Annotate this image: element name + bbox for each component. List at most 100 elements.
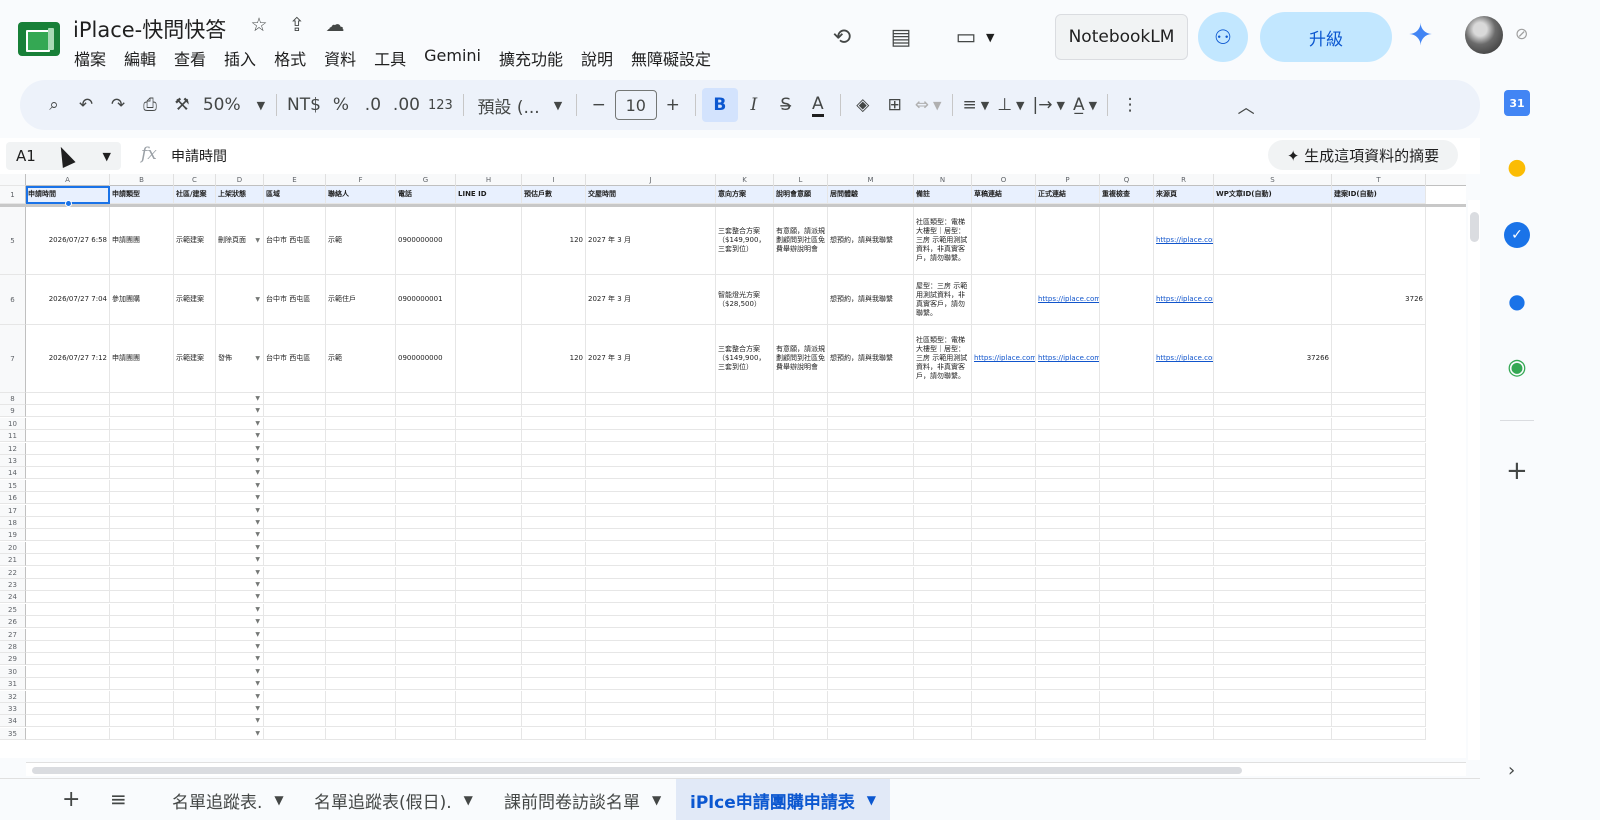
column-header[interactable]: I: [522, 174, 586, 186]
cell[interactable]: [326, 728, 396, 740]
cell[interactable]: [1332, 418, 1426, 430]
cell[interactable]: [26, 542, 110, 554]
cell[interactable]: [264, 703, 326, 715]
cell[interactable]: [396, 703, 456, 715]
cell[interactable]: [828, 480, 914, 492]
cell[interactable]: [396, 678, 456, 690]
cell[interactable]: [828, 542, 914, 554]
font-size-input[interactable]: 10: [614, 90, 657, 120]
menu-item[interactable]: 說明: [581, 46, 622, 70]
menu-item[interactable]: 資料: [324, 46, 365, 70]
cell[interactable]: [972, 467, 1036, 479]
cell[interactable]: [456, 405, 522, 417]
cell[interactable]: [914, 691, 972, 703]
cell[interactable]: [326, 517, 396, 529]
cell[interactable]: ▼: [216, 653, 264, 665]
cell[interactable]: ▼: [216, 430, 264, 442]
cell[interactable]: [1100, 629, 1154, 641]
scrollbar-thumb[interactable]: [32, 767, 1242, 774]
cell[interactable]: [1332, 467, 1426, 479]
maps-icon[interactable]: ◉: [1504, 354, 1530, 380]
chevron-down-icon[interactable]: ▼: [255, 236, 260, 245]
meet-icon[interactable]: ▭ ▼: [950, 14, 995, 60]
cell[interactable]: [1154, 728, 1214, 740]
cell[interactable]: [522, 542, 586, 554]
cell[interactable]: [828, 567, 914, 579]
sheet-tab[interactable]: iPlce申請團購申請表 ▼: [676, 779, 890, 820]
cell[interactable]: [1154, 405, 1214, 417]
cell[interactable]: ▼: [216, 567, 264, 579]
cell[interactable]: [264, 728, 326, 740]
cell[interactable]: [914, 703, 972, 715]
cell[interactable]: [1332, 480, 1426, 492]
cell[interactable]: [26, 443, 110, 455]
cell[interactable]: [586, 703, 716, 715]
keep-icon[interactable]: ●: [1504, 154, 1530, 180]
row-header[interactable]: 26: [0, 616, 26, 628]
cell[interactable]: [1332, 691, 1426, 703]
share-button[interactable]: ⚇: [1198, 12, 1248, 62]
cell[interactable]: [586, 529, 716, 541]
cell[interactable]: [326, 430, 396, 442]
contacts-icon[interactable]: ●: [1504, 288, 1530, 314]
chevron-down-icon[interactable]: ▼: [255, 642, 260, 651]
cell[interactable]: 0900000000: [396, 325, 456, 393]
cell[interactable]: 120: [522, 207, 586, 275]
cell[interactable]: [26, 505, 110, 517]
cell[interactable]: [1332, 629, 1426, 641]
row-header[interactable]: 10: [0, 418, 26, 430]
cell[interactable]: [914, 467, 972, 479]
cell[interactable]: [914, 629, 972, 641]
cell[interactable]: [174, 703, 216, 715]
cell[interactable]: 交屋時間: [586, 186, 716, 204]
cell[interactable]: 社區類型：電梯大樓型｜居型：三房 示範用測試資料，非真實客戶，請勿聯繫。: [914, 207, 972, 275]
cell[interactable]: 2027 年 3 月: [586, 207, 716, 275]
cell[interactable]: [264, 666, 326, 678]
sheet-tab[interactable]: 名單追蹤表(假日). ▼: [314, 779, 473, 820]
star-icon[interactable]: ☆: [246, 14, 272, 36]
chevron-down-icon[interactable]: ▼: [255, 394, 260, 403]
row-header[interactable]: 20: [0, 542, 26, 554]
cell[interactable]: [456, 591, 522, 603]
cell[interactable]: [522, 678, 586, 690]
avatar[interactable]: [1465, 16, 1503, 54]
cell[interactable]: [1332, 591, 1426, 603]
cell[interactable]: [828, 492, 914, 504]
cell[interactable]: [174, 455, 216, 467]
cell[interactable]: [264, 678, 326, 690]
cell[interactable]: [1100, 567, 1154, 579]
cell[interactable]: [586, 542, 716, 554]
row-header[interactable]: 19: [0, 529, 26, 541]
cell[interactable]: [716, 505, 774, 517]
cell[interactable]: [972, 393, 1036, 405]
cell[interactable]: [26, 529, 110, 541]
currency-format-button[interactable]: NT$: [283, 88, 325, 122]
cell[interactable]: 2026/07/27 7:04: [26, 275, 110, 325]
cell[interactable]: [972, 703, 1036, 715]
cell[interactable]: [174, 529, 216, 541]
cell[interactable]: [828, 529, 914, 541]
row-header[interactable]: 15: [0, 480, 26, 492]
cell[interactable]: [456, 430, 522, 442]
cell[interactable]: [1036, 443, 1100, 455]
cell[interactable]: [586, 467, 716, 479]
cell[interactable]: [1214, 418, 1332, 430]
cell[interactable]: [1100, 691, 1154, 703]
cell[interactable]: [1154, 641, 1214, 653]
cell[interactable]: [972, 616, 1036, 628]
row-header[interactable]: 22: [0, 567, 26, 579]
cell[interactable]: [1154, 480, 1214, 492]
cell[interactable]: [586, 567, 716, 579]
cell[interactable]: 想預約，請與我聯繫: [828, 275, 914, 325]
menu-item[interactable]: 插入: [224, 46, 265, 70]
search-icon[interactable]: ⌕: [38, 88, 70, 122]
cell[interactable]: [1154, 517, 1214, 529]
cell[interactable]: [326, 455, 396, 467]
cell[interactable]: [174, 728, 216, 740]
cell[interactable]: [1214, 653, 1332, 665]
cell[interactable]: [716, 554, 774, 566]
cell[interactable]: 申請團團: [110, 207, 174, 275]
column-header[interactable]: M: [828, 174, 914, 186]
cell[interactable]: [264, 517, 326, 529]
cell-link[interactable]: https://iplace.com.tw/community/?nocache…: [1156, 295, 1213, 304]
